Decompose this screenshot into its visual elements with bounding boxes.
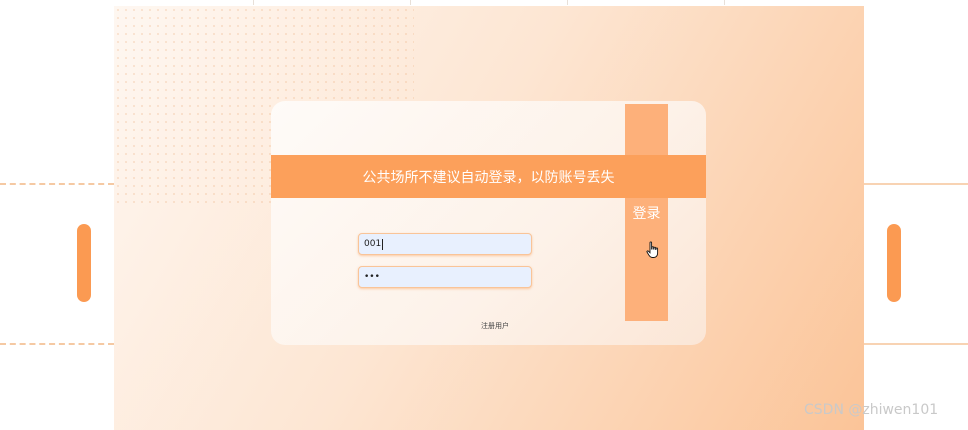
password-input[interactable]: ••• <box>358 266 532 288</box>
background-divider <box>253 0 411 5</box>
hand-cursor-icon <box>646 241 659 258</box>
left-slide-handle[interactable] <box>77 224 91 302</box>
banner-text: 公共场所不建议自动登录，以防账号丢失 <box>362 169 615 186</box>
background-line <box>864 343 968 345</box>
background-dashed-line <box>0 343 114 345</box>
background-dashed-line <box>0 183 114 185</box>
background-divider <box>410 0 568 5</box>
watermark: CSDN @zhiwen101 <box>804 402 939 418</box>
username-value: 001 <box>364 239 382 249</box>
register-link[interactable]: 注册用户 <box>470 321 520 331</box>
background-line <box>864 183 968 185</box>
text-caret <box>382 238 384 250</box>
right-slide-handle[interactable] <box>887 224 901 302</box>
background-divider <box>567 0 725 5</box>
username-input[interactable]: 001 <box>358 233 532 255</box>
password-value: ••• <box>364 272 380 282</box>
login-button-label[interactable]: 登录 <box>625 203 668 223</box>
auto-login-warning-banner: 公共场所不建议自动登录，以防账号丢失 <box>271 155 706 198</box>
